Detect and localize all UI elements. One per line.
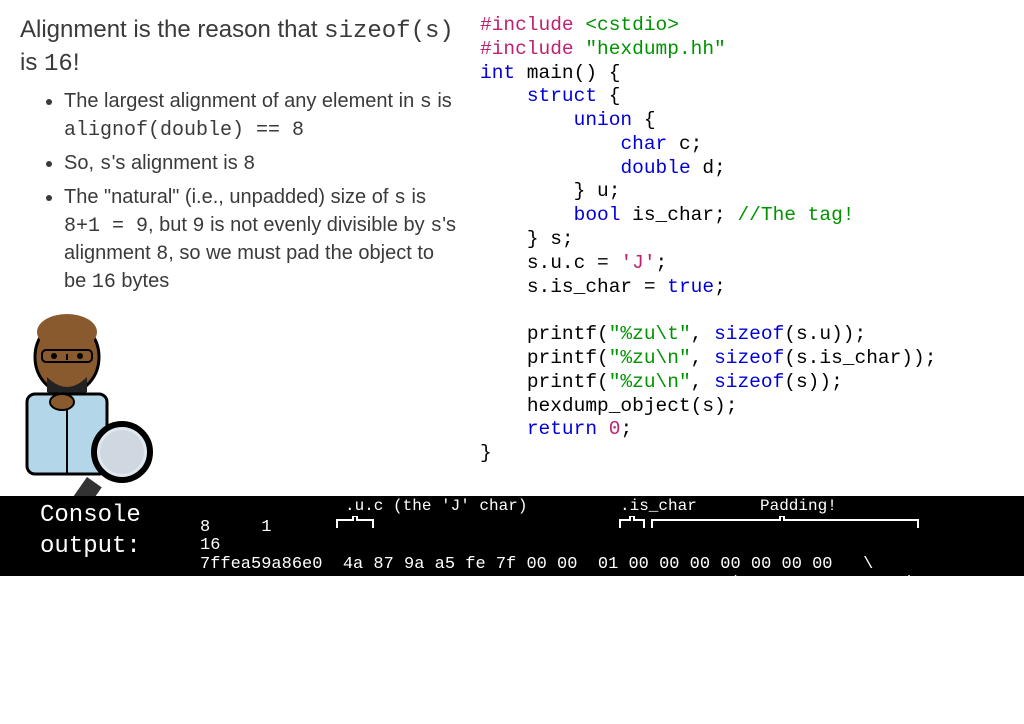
console-line: 16: [200, 536, 220, 555]
t: ,: [691, 371, 714, 393]
annotation-ischar: .is_char: [620, 498, 697, 516]
console-line: |J...............|: [200, 574, 914, 593]
t: 16: [92, 271, 116, 294]
t: bytes: [116, 270, 169, 292]
annotation-uc: .u.c (the 'J' char): [345, 498, 527, 516]
t: return: [527, 418, 597, 440]
t: is: [432, 90, 452, 112]
t: ;: [714, 276, 726, 298]
t: 8: [156, 243, 168, 266]
console-label: Console output:: [40, 500, 200, 576]
heading-num: 16: [44, 51, 73, 78]
t: s: [100, 153, 112, 176]
t: printf(: [527, 371, 609, 393]
t: "%zu\t": [609, 323, 691, 345]
list-item: So, s's alignment is 8: [64, 150, 460, 178]
t: int: [480, 62, 515, 84]
t: bool: [574, 204, 621, 226]
t: Console: [40, 500, 200, 531]
t: printf(: [527, 323, 609, 345]
t: sizeof: [714, 347, 784, 369]
t: So,: [64, 152, 100, 174]
t: s.u.c =: [527, 252, 621, 274]
t: 8: [243, 153, 255, 176]
t: alignof(double) == 8: [64, 119, 304, 142]
console-line: 7ffea59a86e0 4a 87 9a a5 fe 7f 00 00 01 …: [200, 555, 873, 574]
t: hexdump_object(s);: [527, 395, 738, 417]
heading-code: sizeof(s): [324, 18, 454, 45]
console-line: 8 1: [200, 518, 271, 537]
t: (s.is_char));: [784, 347, 936, 369]
t: "hexdump.hh": [585, 38, 725, 60]
t: {: [632, 109, 655, 131]
t: //The tag!: [737, 204, 854, 226]
code-block: #include <cstdio> #include "hexdump.hh" …: [480, 0, 1024, 496]
t: sizeof: [714, 323, 784, 345]
t: }: [480, 442, 492, 464]
t: ;: [656, 252, 668, 274]
list-item: The largest alignment of any element in …: [64, 88, 460, 144]
bracket-icon: [650, 516, 920, 530]
list-item: The "natural" (i.e., unpadded) size of s…: [64, 184, 460, 296]
bracket-icon: [335, 516, 375, 530]
t: <cstdio>: [585, 14, 679, 36]
heading-text: Alignment is the reason that: [20, 16, 324, 43]
t: 'J': [620, 252, 655, 274]
t: {: [597, 85, 620, 107]
t: union: [574, 109, 633, 131]
bullet-list: The largest alignment of any element in …: [64, 88, 460, 296]
t: sizeof: [714, 371, 784, 393]
t: #include: [480, 38, 585, 60]
t: 0: [597, 418, 620, 440]
t: The "natural" (i.e., unpadded) size of: [64, 186, 394, 208]
t: is not evenly divisible by: [205, 214, 431, 236]
t: (s.u));: [784, 323, 866, 345]
t: printf(: [527, 347, 609, 369]
t: "%zu\n": [609, 371, 691, 393]
t: char: [620, 133, 667, 155]
t: , but: [148, 214, 192, 236]
t: #include: [480, 14, 585, 36]
t: ,: [691, 347, 714, 369]
t: ;: [620, 418, 632, 440]
t: ,: [691, 323, 714, 345]
t: is_char;: [620, 204, 737, 226]
t: s: [420, 91, 432, 114]
t: main() {: [515, 62, 620, 84]
annotation-padding: Padding!: [760, 498, 837, 516]
t: The largest alignment of any element in: [64, 90, 420, 112]
t: output:: [40, 531, 200, 562]
avatar-illustration: [0, 302, 172, 502]
t: s.is_char =: [527, 276, 667, 298]
bracket-icon: [618, 516, 648, 530]
heading-text2: is: [20, 49, 44, 76]
t: s: [394, 187, 406, 210]
t: is: [406, 186, 426, 208]
t: } u;: [574, 180, 621, 202]
t: d;: [691, 157, 726, 179]
t: s: [430, 215, 442, 238]
t: } s;: [527, 228, 574, 250]
t: struct: [527, 85, 597, 107]
t: true: [667, 276, 714, 298]
t: c;: [667, 133, 702, 155]
t: 8+1 = 9: [64, 215, 148, 238]
slide-heading: Alignment is the reason that sizeof(s) i…: [20, 14, 460, 80]
heading-bang: !: [73, 49, 80, 76]
t: "%zu\n": [609, 347, 691, 369]
t: (s));: [784, 371, 843, 393]
console-output: Console output: 8 1 16 7ffea59a86e0 4a 8…: [0, 496, 1024, 576]
t: double: [620, 157, 690, 179]
t: 9: [193, 215, 205, 238]
console-body: 8 1 16 7ffea59a86e0 4a 87 9a a5 fe 7f 00…: [200, 500, 1024, 576]
t: 's alignment is: [112, 152, 244, 174]
